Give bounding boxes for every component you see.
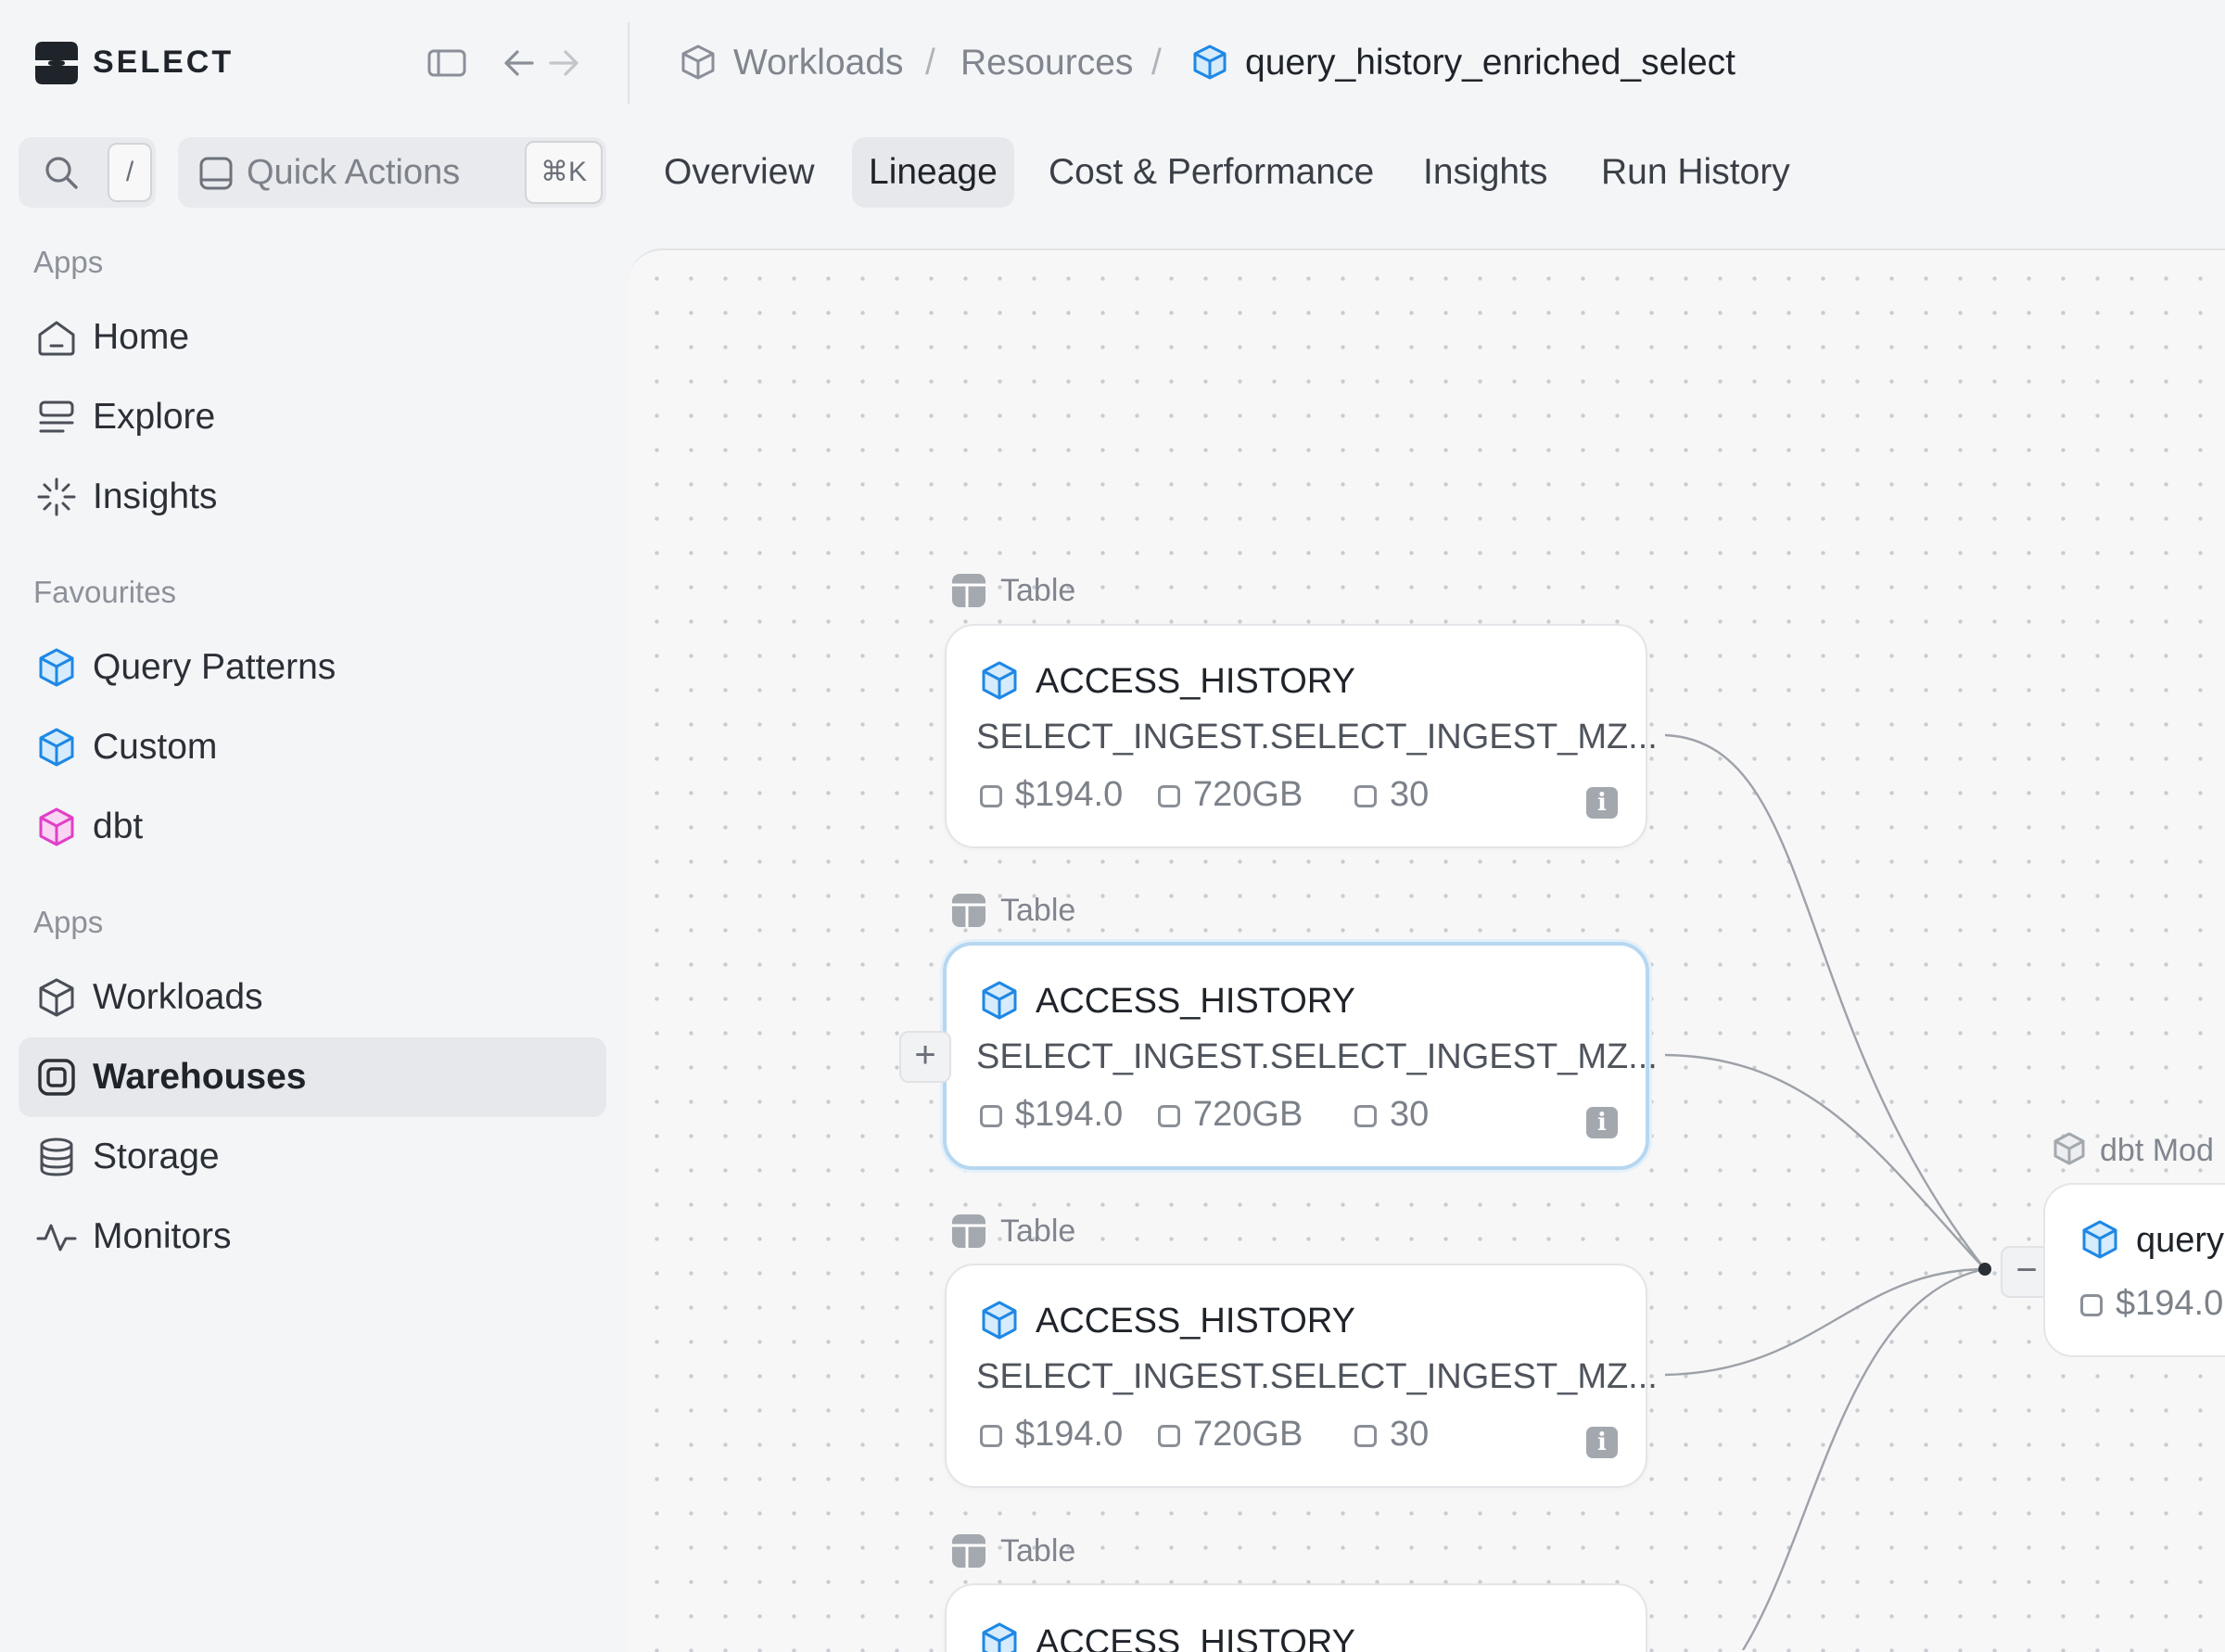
- node-size: 720GB: [1158, 774, 1303, 815]
- node-subtitle: SELECT_INGEST.SELECT_INGEST_MZ...: [976, 718, 1658, 756]
- lineage-node-card[interactable]: ACCESS_HISTORY SELECT_INGEST.SELECT_INGE…: [945, 1264, 1658, 1488]
- cube-icon: [2079, 1218, 2121, 1261]
- node-cost-value: $194.0: [1015, 775, 1124, 814]
- node-count: 30: [1354, 774, 1429, 815]
- node-cost: $194.0: [980, 1414, 1123, 1455]
- node-title: ACCESS_HISTORY: [1036, 662, 1355, 701]
- table-icon: [951, 1533, 986, 1569]
- node-count-value: 30: [1390, 1095, 1430, 1134]
- node-size-value: 720GB: [1193, 1095, 1303, 1134]
- cost-icon: [980, 1105, 1002, 1127]
- info-icon[interactable]: i: [1586, 787, 1618, 819]
- node-title: ACCESS_HISTORY: [1036, 1623, 1355, 1652]
- cube-icon: [978, 659, 1021, 702]
- edge: [1664, 1053, 1986, 1270]
- lineage-node-card[interactable]: ACCESS_HISTORY: [945, 1583, 1647, 1652]
- node-size-value: 720GB: [1193, 1415, 1303, 1454]
- node-title: query: [2136, 1221, 2225, 1260]
- edge: [1664, 1267, 1986, 1377]
- node-cost: $194.0: [980, 774, 1123, 815]
- node-subtitle: SELECT_INGEST.SELECT_INGEST_MZ...: [976, 1037, 1658, 1076]
- node-cost-value: $194.0: [1015, 1095, 1124, 1134]
- cube-icon: [978, 1620, 1021, 1652]
- node-cost: $194.0: [980, 1094, 1123, 1135]
- node-type-label: dbt Mod: [2100, 1133, 2214, 1168]
- node-count: 30: [1354, 1414, 1429, 1455]
- node-size: 720GB: [1158, 1094, 1303, 1135]
- cube-outline-icon: [2052, 1131, 2087, 1166]
- info-icon[interactable]: i: [1586, 1107, 1618, 1138]
- node-count-value: 30: [1390, 775, 1430, 814]
- cost-icon: [2080, 1294, 2103, 1316]
- table-icon: [951, 893, 986, 928]
- node-count-value: 30: [1390, 1415, 1430, 1454]
- count-icon: [1354, 785, 1377, 807]
- node-size: 720GB: [1158, 1414, 1303, 1455]
- lineage-target-card[interactable]: query $194.0: [2043, 1183, 2225, 1357]
- node-type-label: Table: [1000, 893, 1076, 928]
- node-size-value: 720GB: [1193, 775, 1303, 814]
- table-icon: [951, 573, 986, 608]
- expand-upstream-button[interactable]: +: [899, 1031, 951, 1083]
- size-icon: [1158, 785, 1180, 807]
- cost-icon: [980, 1425, 1002, 1447]
- cube-icon: [978, 979, 1021, 1022]
- info-icon[interactable]: i: [1586, 1427, 1618, 1458]
- size-icon: [1158, 1425, 1180, 1447]
- lineage-node-card-selected[interactable]: ACCESS_HISTORY SELECT_INGEST.SELECT_INGE…: [943, 942, 1658, 1170]
- lineage-node-card[interactable]: ACCESS_HISTORY SELECT_INGEST.SELECT_INGE…: [945, 624, 1658, 848]
- node-subtitle: SELECT_INGEST.SELECT_INGEST_MZ...: [976, 1357, 1658, 1396]
- node-cost: $194.0: [2080, 1283, 2223, 1324]
- edge-junction: [1978, 1263, 1991, 1276]
- size-icon: [1158, 1105, 1180, 1127]
- edge: [1741, 1267, 1986, 1650]
- node-title: ACCESS_HISTORY: [1036, 1302, 1355, 1341]
- count-icon: [1354, 1105, 1377, 1127]
- node-cost-value: $194.0: [1015, 1415, 1124, 1454]
- cost-icon: [980, 785, 1002, 807]
- table-icon: [951, 1214, 986, 1249]
- node-cost-value: $194.0: [2116, 1284, 2224, 1323]
- cube-icon: [978, 1299, 1021, 1341]
- node-count: 30: [1354, 1094, 1429, 1135]
- node-type-label: Table: [1000, 1214, 1076, 1249]
- node-type-label: Table: [1000, 573, 1076, 608]
- edge: [1664, 733, 1986, 1270]
- count-icon: [1354, 1425, 1377, 1447]
- node-type-label: Table: [1000, 1533, 1076, 1569]
- node-title: ACCESS_HISTORY: [1036, 982, 1355, 1021]
